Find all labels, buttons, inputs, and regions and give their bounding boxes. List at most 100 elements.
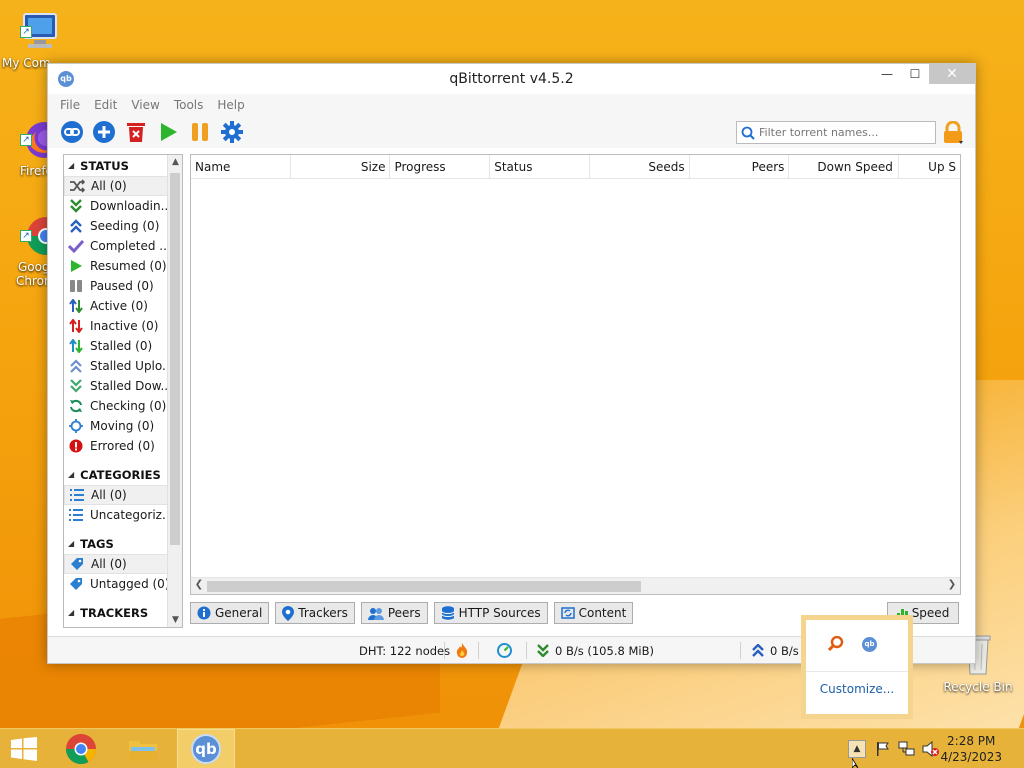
sidebar-item-label: All (0) xyxy=(91,488,127,502)
column-header-progress[interactable]: Progress xyxy=(390,155,491,179)
scroll-down-icon[interactable]: ▼ xyxy=(168,615,182,625)
download-speed-text: 0 B/s (105.8 MiB) xyxy=(555,643,654,658)
sidebar-item-label: Stalled Uplo... xyxy=(90,359,168,373)
resume-button[interactable] xyxy=(156,120,180,144)
pause-button[interactable] xyxy=(188,120,212,144)
categories-section-header[interactable]: ◢ CATEGORIES xyxy=(64,464,182,485)
category-item-uncategorized[interactable]: Uncategoriz... xyxy=(64,505,168,525)
search-icon xyxy=(741,126,755,140)
windows-logo-icon xyxy=(11,737,37,761)
volume-muted-icon[interactable] xyxy=(922,740,940,760)
scroll-left-icon[interactable]: ❮ xyxy=(192,579,206,590)
status-item-10[interactable]: Stalled Dow... xyxy=(64,376,168,396)
menu-edit[interactable]: Edit xyxy=(94,98,117,112)
close-button[interactable]: ✕ xyxy=(929,64,975,84)
alt-speed-limits-icon[interactable] xyxy=(497,637,512,664)
maximize-button[interactable]: ☐ xyxy=(901,64,929,84)
status-item-12[interactable]: Moving (0) xyxy=(64,416,168,436)
scroll-up-icon[interactable]: ▲ xyxy=(168,157,182,167)
options-button[interactable] xyxy=(220,120,244,144)
scrollbar-thumb[interactable] xyxy=(207,581,641,592)
torrent-filter-input[interactable] xyxy=(759,126,929,139)
database-icon xyxy=(441,606,455,620)
download-speed-status[interactable]: 0 B/s (105.8 MiB) xyxy=(537,637,654,664)
column-header-name[interactable]: Name xyxy=(191,155,291,179)
status-item-2[interactable]: Seeding (0) xyxy=(64,216,168,236)
status-item-3[interactable]: Completed ... xyxy=(64,236,168,256)
connection-status-fire-icon[interactable] xyxy=(456,637,468,664)
status-section-header[interactable]: ◢ STATUS xyxy=(64,155,182,176)
folder-sync-icon xyxy=(560,606,575,620)
torrent-filter-box xyxy=(736,121,936,144)
table-horizontal-scrollbar[interactable]: ❮ ❯ xyxy=(191,577,960,594)
title-bar[interactable]: qb qBittorrent v4.5.2 — ☐ ✕ xyxy=(48,64,975,94)
status-item-5[interactable]: Paused (0) xyxy=(64,276,168,296)
pause-icon xyxy=(68,278,84,294)
chrome-icon xyxy=(66,734,96,765)
properties-tabs: General Trackers Peers HTTP Sources Cont… xyxy=(190,602,639,624)
search-tool-tray-icon[interactable] xyxy=(827,635,844,655)
taskbar-chrome[interactable] xyxy=(54,729,108,768)
menu-view[interactable]: View xyxy=(131,98,159,112)
column-header-down-speed[interactable]: Down Speed xyxy=(789,155,900,179)
tab-trackers[interactable]: Trackers xyxy=(275,602,355,624)
taskbar-file-explorer[interactable] xyxy=(116,729,170,768)
menu-help[interactable]: Help xyxy=(217,98,244,112)
taskbar-clock[interactable]: 2:28 PM 4/23/2023 xyxy=(940,733,1002,765)
qbittorrent-logo-icon: qb xyxy=(191,734,221,764)
menu-tools[interactable]: Tools xyxy=(174,98,204,112)
network-icon[interactable] xyxy=(898,741,916,760)
column-header-size[interactable]: Size xyxy=(291,155,391,179)
taskbar-qbittorrent[interactable]: qb xyxy=(177,729,235,768)
start-button[interactable] xyxy=(0,729,48,768)
sidebar-item-label: Errored (0) xyxy=(90,439,155,453)
status-item-13[interactable]: Errored (0) xyxy=(64,436,168,456)
tab-http-sources[interactable]: HTTP Sources xyxy=(433,602,548,624)
column-header-seeds[interactable]: Seeds xyxy=(590,155,690,179)
scrollbar-thumb[interactable] xyxy=(170,173,180,545)
lock-ui-button[interactable] xyxy=(942,120,964,145)
desktop-icon-my-computer[interactable]: ↗ My Com xyxy=(0,10,80,70)
add-torrent-file-button[interactable] xyxy=(92,120,116,144)
menu-file[interactable]: File xyxy=(60,98,80,112)
status-item-0[interactable]: All (0) xyxy=(64,176,168,196)
tab-peers[interactable]: Peers xyxy=(360,602,428,624)
status-item-7[interactable]: Inactive (0) xyxy=(64,316,168,336)
action-center-flag-icon[interactable] xyxy=(875,741,891,760)
tab-content[interactable]: Content xyxy=(553,602,634,624)
status-item-8[interactable]: Stalled (0) xyxy=(64,336,168,356)
tag-item-all[interactable]: All (0) xyxy=(64,554,168,574)
status-separator xyxy=(740,642,741,659)
customize-link[interactable]: Customize... xyxy=(806,682,908,696)
column-header-status[interactable]: Status xyxy=(490,155,590,179)
scroll-right-icon[interactable]: ❯ xyxy=(945,579,959,590)
window-title: qBittorrent v4.5.2 xyxy=(449,71,574,87)
minimize-button[interactable]: — xyxy=(873,64,901,84)
show-hidden-icons-button[interactable]: ▲ xyxy=(848,740,866,758)
sidebar-scrollbar[interactable]: ▲ ▼ xyxy=(167,155,182,627)
sidebar-item-label: Paused (0) xyxy=(90,279,154,293)
qbittorrent-tray-icon[interactable]: qb xyxy=(862,637,877,652)
computer-icon: ↗ xyxy=(18,10,62,54)
column-header-peers[interactable]: Peers xyxy=(690,155,790,179)
trackers-section-header[interactable]: ◢ TRACKERS xyxy=(64,602,182,623)
sidebar-item-label: All (0) xyxy=(91,557,127,571)
gear-icon xyxy=(221,121,243,143)
tags-section-header[interactable]: ◢ TAGS xyxy=(64,533,182,554)
tab-general[interactable]: General xyxy=(190,602,270,624)
tag-item-untagged[interactable]: Untagged (0) xyxy=(64,574,168,594)
status-item-6[interactable]: Active (0) xyxy=(64,296,168,316)
add-torrent-link-button[interactable] xyxy=(60,120,84,144)
status-item-4[interactable]: Resumed (0) xyxy=(64,256,168,276)
delete-torrent-button[interactable] xyxy=(124,120,148,144)
status-item-1[interactable]: Downloadin... xyxy=(64,196,168,216)
tab-label: General xyxy=(215,606,263,620)
status-item-11[interactable]: Checking (0) xyxy=(64,396,168,416)
status-item-9[interactable]: Stalled Uplo... xyxy=(64,356,168,376)
folder-icon xyxy=(129,741,157,761)
upload-speed-status[interactable]: 0 B/s ( xyxy=(752,637,807,664)
pause-icon xyxy=(192,123,208,141)
category-item-all[interactable]: All (0) xyxy=(64,485,168,505)
column-header-up-speed[interactable]: Up S xyxy=(899,155,960,179)
list-icon xyxy=(69,487,85,503)
